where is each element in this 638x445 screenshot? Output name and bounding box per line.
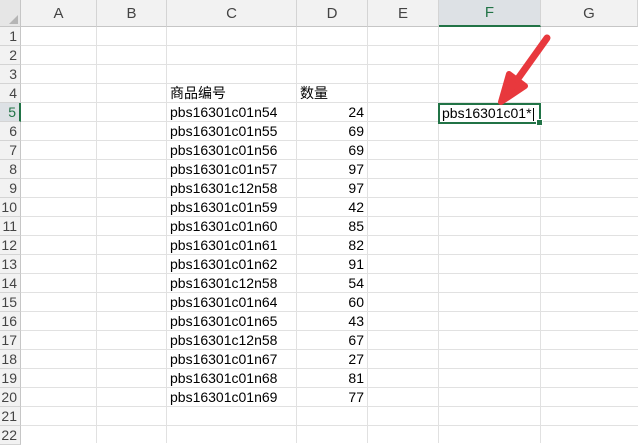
product-code-cell[interactable]: pbs16301c01n56	[167, 141, 297, 160]
fill-handle[interactable]	[536, 119, 543, 126]
row-header-15[interactable]: 15	[0, 293, 21, 312]
quantity-cell[interactable]: 54	[297, 274, 368, 293]
product-code-cell[interactable]: pbs16301c01n62	[167, 255, 297, 274]
quantity-cell[interactable]: 77	[297, 388, 368, 407]
column-header-e[interactable]: E	[368, 0, 439, 27]
product-code-cell[interactable]: pbs16301c01n65	[167, 312, 297, 331]
row-headers: 1 2 3 4 5 6 7 8 9 10 11 12 13 14 15 16 17 18 19 20 21 22	[0, 27, 21, 445]
product-code-cell[interactable]: pbs16301c01n55	[167, 122, 297, 141]
quantity-cell[interactable]: 97	[297, 160, 368, 179]
row-header-22[interactable]: 22	[0, 426, 21, 445]
column-header-g[interactable]: G	[541, 0, 638, 27]
product-code-cell[interactable]: pbs16301c01n57	[167, 160, 297, 179]
row-header-2[interactable]: 2	[0, 46, 21, 65]
row-header-4[interactable]: 4	[0, 84, 21, 103]
product-code-cell[interactable]: pbs16301c01n61	[167, 236, 297, 255]
quantity-cell[interactable]: 43	[297, 312, 368, 331]
column-header-b[interactable]: B	[97, 0, 167, 27]
quantity-cell[interactable]: 97	[297, 179, 368, 198]
quantity-cell[interactable]: 82	[297, 236, 368, 255]
product-code-cell[interactable]: pbs16301c12n58	[167, 179, 297, 198]
product-code-cell[interactable]: pbs16301c01n68	[167, 369, 297, 388]
header-cell-quantity[interactable]: 数量	[297, 84, 368, 103]
product-code-cell[interactable]: pbs16301c01n59	[167, 198, 297, 217]
quantity-cell[interactable]: 67	[297, 331, 368, 350]
spreadsheet: A B C D E F G 1 2 3 4 5 6 7 8 9 10 11 12 13 14 15 16 17 1…	[0, 0, 638, 445]
product-code-cell[interactable]: pbs16301c12n58	[167, 274, 297, 293]
quantity-cell[interactable]: 60	[297, 293, 368, 312]
column-headers: A B C D E F G	[21, 0, 638, 27]
quantity-cell[interactable]: 91	[297, 255, 368, 274]
quantity-cell[interactable]: 85	[297, 217, 368, 236]
column-header-f[interactable]: F	[439, 0, 541, 27]
row-header-21[interactable]: 21	[0, 407, 21, 426]
product-code-cell[interactable]: pbs16301c01n69	[167, 388, 297, 407]
product-code-cell[interactable]: pbs16301c12n58	[167, 331, 297, 350]
row-header-18[interactable]: 18	[0, 350, 21, 369]
row-header-19[interactable]: 19	[0, 369, 21, 388]
row-header-13[interactable]: 13	[0, 255, 21, 274]
row-header-5[interactable]: 5	[0, 103, 21, 122]
row-header-6[interactable]: 6	[0, 122, 21, 141]
product-code-cell[interactable]: pbs16301c01n67	[167, 350, 297, 369]
quantity-cell[interactable]: 24	[297, 103, 368, 122]
row-header-9[interactable]: 9	[0, 179, 21, 198]
row-header-12[interactable]: 12	[0, 236, 21, 255]
column-header-d[interactable]: D	[297, 0, 368, 27]
select-all-triangle-icon	[9, 15, 18, 24]
row-header-16[interactable]: 16	[0, 312, 21, 331]
column-header-c[interactable]: C	[167, 0, 297, 27]
row-header-11[interactable]: 11	[0, 217, 21, 236]
row-header-20[interactable]: 20	[0, 388, 21, 407]
row-header-10[interactable]: 10	[0, 198, 21, 217]
quantity-cell[interactable]: 69	[297, 141, 368, 160]
column-header-a[interactable]: A	[21, 0, 97, 27]
annotation-arrow-icon	[498, 34, 551, 105]
row-header-17[interactable]: 17	[0, 331, 21, 350]
quantity-cell[interactable]: 27	[297, 350, 368, 369]
row-header-1[interactable]: 1	[0, 27, 21, 46]
product-code-cell[interactable]: pbs16301c01n64	[167, 293, 297, 312]
row-header-8[interactable]: 8	[0, 160, 21, 179]
product-code-cell[interactable]: pbs16301c01n54	[167, 103, 297, 122]
quantity-cell[interactable]: 81	[297, 369, 368, 388]
row-header-14[interactable]: 14	[0, 274, 21, 293]
quantity-cell[interactable]: 69	[297, 122, 368, 141]
product-code-cell[interactable]: pbs16301c01n60	[167, 217, 297, 236]
header-cell-product-code[interactable]: 商品编号	[167, 84, 297, 103]
select-all-corner[interactable]	[0, 0, 21, 27]
row-header-3[interactable]: 3	[0, 65, 21, 84]
quantity-cell[interactable]: 42	[297, 198, 368, 217]
row-header-7[interactable]: 7	[0, 141, 21, 160]
